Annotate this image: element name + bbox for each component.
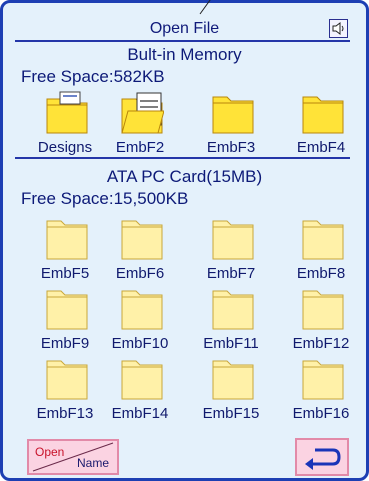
item-label: EmbF9 [40,335,90,352]
folder-icon [46,220,88,260]
folder-icon [46,360,88,400]
folder-embf5[interactable]: EmbF5 [33,217,97,287]
folder-icon [212,360,254,400]
item-label: EmbF10 [111,335,169,352]
item-label: EmbF5 [40,265,90,282]
item-label: EmbF13 [36,405,94,422]
folder-embf2[interactable]: EmbF2 [108,91,172,161]
sound-button[interactable] [329,19,348,38]
return-arrow-icon [305,448,341,470]
folder-icon [302,220,344,260]
item-label: Designs [37,139,93,156]
folder-icon [212,96,254,134]
item-label: EmbF7 [206,265,256,282]
open-name-sort-button[interactable]: Open Name [27,439,119,475]
builtin-memory-heading: Bult-in Memory [127,45,242,64]
folder-embf10[interactable]: EmbF10 [108,287,172,357]
folder-designs[interactable]: Designs [33,91,97,161]
folder-open-icon [46,91,88,134]
folder-embf11[interactable]: EmbF11 [199,287,263,357]
folder-embf15[interactable]: EmbF15 [199,357,263,427]
folder-embf4[interactable]: EmbF4 [289,91,353,161]
folder-embf3[interactable]: EmbF3 [199,91,263,161]
folder-icon [212,220,254,260]
folder-embf8[interactable]: EmbF8 [289,217,353,287]
item-label: EmbF3 [206,139,256,156]
item-label: EmbF8 [296,265,346,282]
folder-embf14[interactable]: EmbF14 [108,357,172,427]
card-free-space: Free Space:15,500KB [21,189,189,208]
name-label: Name [76,456,109,470]
folder-icon [302,360,344,400]
folder-embf16[interactable]: EmbF16 [289,357,353,427]
card-heading: ATA PC Card(15MB) [106,167,263,186]
item-label: EmbF16 [292,405,350,422]
folder-open-document-icon [121,92,164,134]
section-divider [15,157,350,159]
open-label: Open [35,445,65,459]
folder-embf7[interactable]: EmbF7 [199,217,263,287]
folder-icon [121,290,163,330]
builtin-free-space: Free Space:582KB [21,67,165,86]
folder-embf6[interactable]: EmbF6 [108,217,172,287]
folder-icon [302,96,344,134]
folder-icon [46,290,88,330]
item-label: EmbF14 [111,405,169,422]
back-button[interactable] [295,438,349,476]
folder-embf13[interactable]: EmbF13 [33,357,97,427]
item-label: EmbF2 [115,139,165,156]
folder-embf12[interactable]: EmbF12 [289,287,353,357]
folder-icon [121,360,163,400]
folder-icon [212,290,254,330]
title-divider [15,40,350,42]
folder-embf9[interactable]: EmbF9 [33,287,97,357]
item-label: EmbF6 [115,265,165,282]
page-title: Open File [149,20,220,37]
item-label: EmbF4 [296,139,346,156]
item-label: EmbF15 [202,405,260,422]
speaker-icon [332,22,344,35]
open-file-screen: Open File Bult-in Memory Free Space:582K… [0,0,369,481]
item-label: EmbF12 [292,335,350,352]
folder-icon [302,290,344,330]
item-label: EmbF11 [203,335,259,352]
folder-icon [121,220,163,260]
